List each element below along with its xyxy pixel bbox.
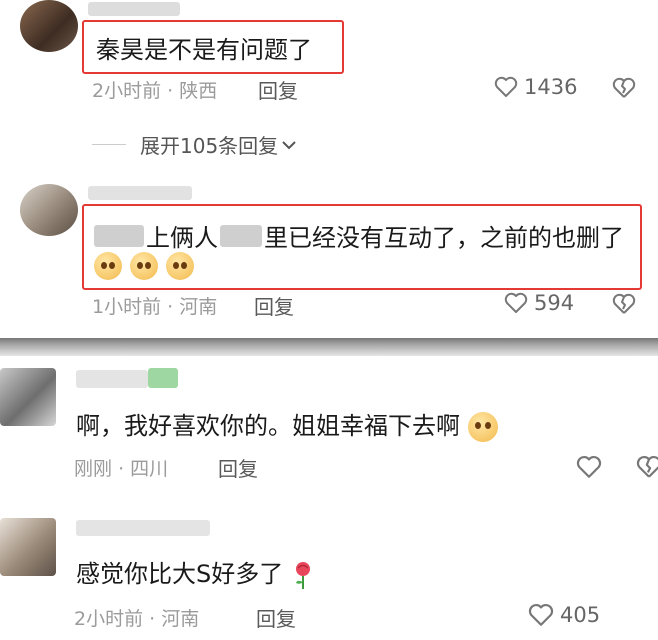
like-count: 405 xyxy=(560,603,601,627)
comment-time: 2小时前 xyxy=(74,608,144,630)
comment-text-body: 感觉你比大S好多了 xyxy=(76,560,284,588)
username-blurred xyxy=(76,370,148,388)
comment-text: 秦昊是不是有问题了 xyxy=(96,36,312,64)
comment-text-body: 啊，我好喜欢你的。姐姐幸福下去啊 xyxy=(76,412,460,440)
reply-button[interactable]: 回复 xyxy=(254,291,294,320)
avatar[interactable] xyxy=(20,184,78,236)
face-emoji xyxy=(467,412,498,442)
reply-button[interactable]: 回复 xyxy=(256,603,296,632)
reply-button[interactable]: 回复 xyxy=(218,453,258,482)
separator: · xyxy=(149,608,156,630)
broken-heart-icon[interactable] xyxy=(612,293,636,315)
comment-meta: 2小时前 · 河南 xyxy=(74,604,199,631)
divider-line xyxy=(92,144,126,145)
comment-time: 2小时前 xyxy=(92,80,162,102)
username-blurred xyxy=(88,2,180,16)
redacted-text xyxy=(220,224,262,247)
reply-button[interactable]: 回复 xyxy=(258,75,298,104)
broken-heart-icon[interactable] xyxy=(612,77,636,99)
comment-text-part-b: 里已经没有互动了，之前的也删了 xyxy=(264,224,624,252)
face-emoji xyxy=(130,252,158,280)
avatar[interactable] xyxy=(0,518,56,576)
redacted-text xyxy=(94,224,144,247)
bottom-comment-panel: 啊，我好喜欢你的。姐姐幸福下去啊 刚刚 · 四川 回复 感觉你比大S好多了 2小… xyxy=(0,356,658,640)
comment-time: 1小时前 xyxy=(92,296,162,318)
comment-time: 刚刚 xyxy=(74,458,113,480)
heart-outline-icon xyxy=(528,603,554,627)
face-emoji xyxy=(166,252,194,280)
comment-text: 感觉你比大S好多了 xyxy=(76,554,315,590)
comment-text-part-a: 上俩人 xyxy=(146,224,218,252)
like-count: 594 xyxy=(534,291,575,315)
broken-heart-icon[interactable] xyxy=(636,455,658,479)
top-comment-panel: 秦昊是不是有问题了 2小时前 · 陕西 回复 1436 展开105条回复 上俩人… xyxy=(0,0,658,338)
comment-meta: 刚刚 · 四川 xyxy=(74,454,168,481)
heart-outline-icon xyxy=(494,76,518,98)
expand-replies-button[interactable]: 展开105条回复 xyxy=(92,130,296,159)
comment-meta: 2小时前 · 陕西 xyxy=(92,76,217,103)
comment-location: 陕西 xyxy=(179,80,218,102)
username-blurred xyxy=(76,520,210,536)
expand-replies-label: 展开105条回复 xyxy=(140,134,279,158)
heart-outline-icon[interactable] xyxy=(576,455,602,479)
like-button[interactable]: 405 xyxy=(528,603,600,627)
separator: · xyxy=(167,80,174,102)
rose-emoji xyxy=(291,560,315,590)
separator: · xyxy=(118,458,125,480)
comment-text: 上俩人 里已经没有互动了，之前的也删了 xyxy=(94,218,624,253)
screenshot-divider xyxy=(0,338,658,356)
like-button[interactable]: 1436 xyxy=(494,75,577,99)
comment-text: 啊，我好喜欢你的。姐姐幸福下去啊 xyxy=(76,406,498,442)
comment-location: 河南 xyxy=(161,608,200,630)
avatar[interactable] xyxy=(0,368,56,426)
like-button[interactable]: 594 xyxy=(504,291,574,315)
face-emoji xyxy=(94,252,122,280)
emoji-row xyxy=(94,252,194,280)
username-blurred xyxy=(88,186,192,200)
separator: · xyxy=(167,296,174,318)
comment-location: 四川 xyxy=(130,458,169,480)
comment-meta: 1小时前 · 河南 xyxy=(92,292,217,319)
chevron-down-icon xyxy=(282,140,296,150)
heart-outline-icon xyxy=(504,292,528,314)
comment-location: 河南 xyxy=(179,296,218,318)
like-count: 1436 xyxy=(524,75,578,99)
avatar[interactable] xyxy=(20,0,78,52)
badge-blurred xyxy=(148,368,178,388)
